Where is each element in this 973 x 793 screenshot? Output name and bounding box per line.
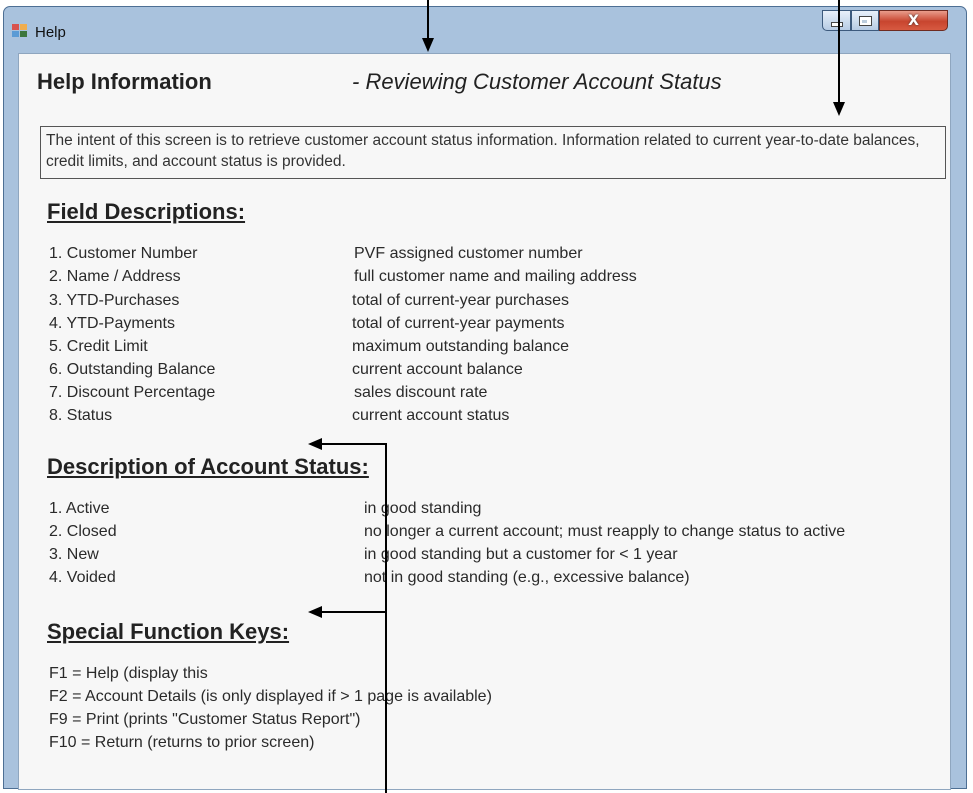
field-label: 8. Status [49, 407, 113, 424]
close-button[interactable]: X [879, 10, 948, 31]
minimize-button[interactable] [822, 10, 851, 31]
window-title: Help [35, 24, 66, 41]
field-label: 6. Outstanding Balance [49, 361, 216, 378]
annotation-arrow-line [322, 443, 387, 445]
account-status-heading: Description of Account Status: [47, 454, 369, 479]
status-label: 1. Active [49, 500, 110, 517]
maximize-button[interactable] [851, 10, 879, 31]
function-key-item: F2 = Account Details (is only displayed … [49, 688, 492, 705]
field-desc: current account balance [352, 361, 523, 378]
field-desc: current account status [352, 407, 510, 424]
status-label: 2. Closed [49, 523, 117, 540]
app-window-icon [12, 24, 28, 38]
field-desc: PVF assigned customer number [354, 245, 583, 262]
field-label: 4. YTD-Payments [49, 315, 175, 332]
field-desc: total of current-year payments [352, 315, 565, 332]
annotation-arrow-head [308, 606, 322, 618]
field-desc: full customer name and mailing address [354, 268, 637, 285]
field-desc: sales discount rate [354, 384, 488, 401]
field-descriptions-heading: Field Descriptions: [47, 199, 246, 224]
field-label: 5. Credit Limit [49, 338, 148, 355]
field-label: 2. Name / Address [49, 268, 181, 285]
page-title: Help Information [37, 69, 212, 94]
annotation-arrow-head [308, 438, 322, 450]
field-label: 1. Customer Number [49, 245, 198, 262]
field-label: 3. YTD-Purchases [49, 292, 180, 309]
maximize-icon [858, 15, 872, 26]
minimize-icon [830, 22, 843, 27]
function-key-item: F9 = Print (prints "Customer Status Repo… [49, 711, 361, 728]
annotation-arrow-line [322, 611, 387, 613]
status-desc: not in good standing (e.g., excessive ba… [364, 569, 690, 586]
field-desc: total of current-year purchases [352, 292, 569, 309]
status-label: 3. New [49, 546, 99, 563]
annotation-arrow-line [385, 444, 387, 793]
function-key-item: F10 = Return (returns to prior screen) [49, 734, 315, 751]
annotation-arrow-line [427, 0, 429, 40]
field-desc: maximum outstanding balance [352, 338, 570, 355]
page-subtitle: - Reviewing Customer Account Status [352, 69, 722, 94]
function-key-item: F1 = Help (display this [49, 665, 208, 682]
status-desc: no longer a current account; must reappl… [364, 523, 846, 540]
title-bar[interactable]: Help X [4, 7, 966, 53]
status-desc: in good standing [364, 500, 482, 517]
annotation-arrow-line [838, 0, 840, 104]
function-keys-heading: Special Function Keys: [47, 619, 290, 644]
field-label: 7. Discount Percentage [49, 384, 216, 401]
annotation-arrow-head [422, 38, 434, 52]
status-desc: in good standing but a customer for < 1 … [364, 546, 678, 563]
close-icon: X [908, 12, 919, 29]
intro-text-box: The intent of this screen is to retrieve… [40, 126, 946, 179]
status-label: 4. Voided [49, 569, 116, 586]
annotation-arrow-head [833, 102, 845, 116]
